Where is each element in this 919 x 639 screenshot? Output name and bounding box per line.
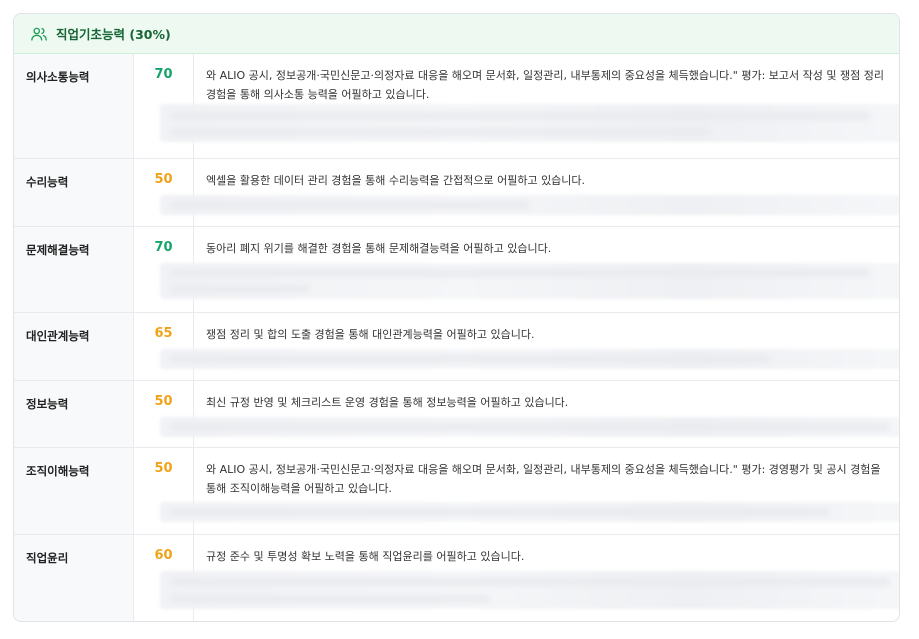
blurred-content	[160, 417, 899, 437]
table-row: 정보능력 50 최신 규정 반영 및 체크리스트 운영 경험을 통해 정보능력을…	[14, 381, 899, 448]
competency-name: 대인관계능력	[14, 313, 134, 380]
users-icon	[30, 25, 48, 43]
blurred-content	[160, 502, 899, 522]
blurred-content	[160, 349, 899, 369]
competency-name: 직업윤리	[14, 535, 134, 621]
competency-name: 수리능력	[14, 159, 134, 226]
table-row: 문제해결능력 70 동아리 폐지 위기를 해결한 경험을 통해 문제해결능력을 …	[14, 227, 899, 313]
competency-name: 조직이해능력	[14, 448, 134, 534]
competency-name: 문제해결능력	[14, 227, 134, 312]
table-row: 조직이해능력 50 와 ALIO 공시, 정보공개·국민신문고·의정자료 대응을…	[14, 448, 899, 535]
competency-description: 쟁점 정리 및 합의 도출 경험을 통해 대인관계능력을 어필하고 있습니다.	[206, 328, 535, 341]
table-row: 수리능력 50 엑셀을 활용한 데이터 관리 경험을 통해 수리능력을 간접적으…	[14, 159, 899, 227]
table-row: 대인관계능력 65 쟁점 정리 및 합의 도출 경험을 통해 대인관계능력을 어…	[14, 313, 899, 381]
blurred-content	[160, 263, 899, 299]
competency-card: 직업기초능력 (30%) 의사소통능력 70 와 ALIO 공시, 정보공개·국…	[13, 13, 900, 622]
competency-description: 최신 규정 반영 및 체크리스트 운영 경험을 통해 정보능력을 어필하고 있습…	[206, 396, 569, 409]
competency-table: 의사소통능력 70 와 ALIO 공시, 정보공개·국민신문고·의정자료 대응을…	[14, 54, 899, 621]
section-title: 직업기초능력 (30%)	[56, 27, 171, 42]
competency-name: 의사소통능력	[14, 54, 134, 158]
table-row: 의사소통능력 70 와 ALIO 공시, 정보공개·국민신문고·의정자료 대응을…	[14, 54, 899, 159]
competency-description: 엑셀을 활용한 데이터 관리 경험을 통해 수리능력을 간접적으로 어필하고 있…	[206, 174, 586, 187]
table-row: 직업윤리 60 규정 준수 및 투명성 확보 노력을 통해 직업윤리를 어필하고…	[14, 535, 899, 621]
competency-score: 65	[134, 313, 194, 380]
card-header: 직업기초능력 (30%)	[14, 14, 899, 54]
blurred-content	[160, 104, 899, 142]
competency-score: 50	[134, 159, 194, 226]
competency-name: 정보능력	[14, 381, 134, 447]
blurred-content	[160, 571, 899, 609]
blurred-content	[160, 195, 899, 215]
competency-score: 50	[134, 381, 194, 447]
